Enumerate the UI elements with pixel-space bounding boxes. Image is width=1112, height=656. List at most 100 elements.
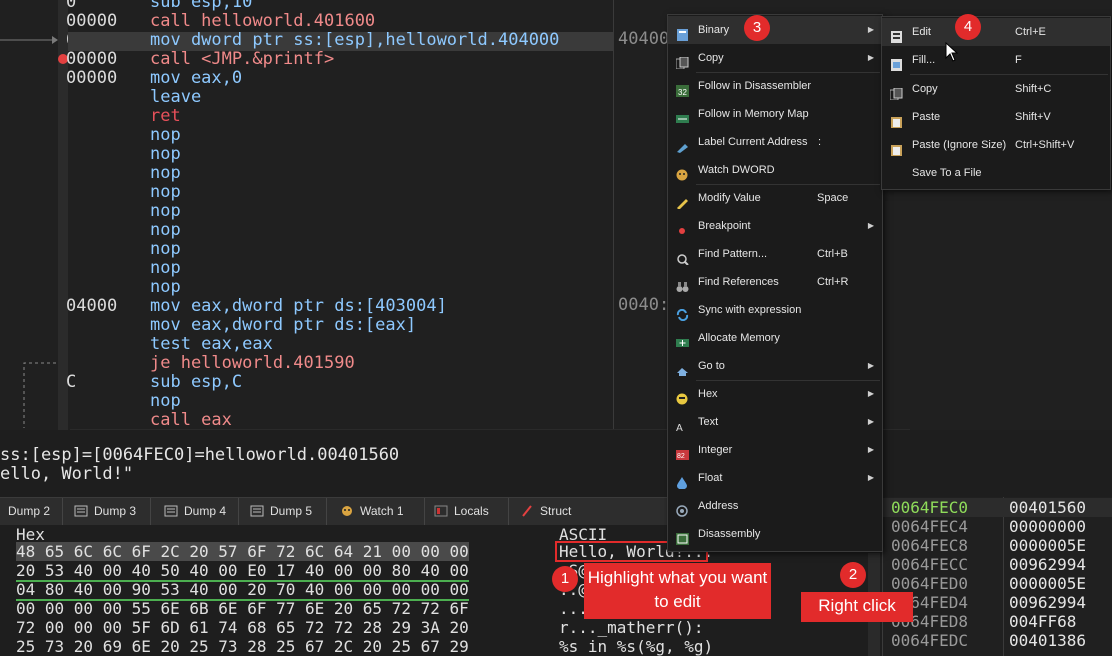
submenu-item-save-to-a-file[interactable]: Save To a File [882,159,1110,187]
disasm-instruction[interactable]: call <JMP.&printf> [150,50,334,69]
menu-item-copy[interactable]: Copy ▶ [668,44,882,72]
ascii-row[interactable]: r..._matherr(): [559,618,713,637]
disasm-instruction[interactable]: ret [150,107,181,126]
allocate-icon [676,332,689,347]
disasm-instruction[interactable]: nop [150,183,181,202]
hex-row[interactable]: 72 00 00 00 5F 6D 61 74 68 65 72 72 28 2… [16,618,469,637]
stack-address[interactable]: 0064FEDC [891,631,968,650]
disasm-instruction[interactable]: nop [150,240,181,259]
disasm-instruction[interactable]: nop [150,278,181,297]
stack-value[interactable]: 004FF68 [1009,612,1076,631]
submenu-item-copy[interactable]: Copy Shift+C [882,75,1110,103]
step-2-badge: 2 [840,562,866,588]
disasm-instruction[interactable]: mov dword ptr ss:[esp],helloworld.404000 [150,31,559,50]
hex-row[interactable]: 00 00 00 00 55 6E 6B 6E 6F 77 6E 20 65 7… [16,599,469,618]
menu-item-integer[interactable]: 82 Integer ▶ [668,436,882,464]
tab-label: Dump 4 [184,504,227,518]
menu-item-address[interactable]: Address [668,492,882,520]
submenu-item-shortcut: Shift+C [1015,83,1052,95]
stack-address[interactable]: 0064FECC [891,555,968,574]
disasm-instruction[interactable]: call helloworld.401600 [150,12,375,31]
menu-item-follow-in-disassembler[interactable]: 32 Follow in Disassembler [668,72,882,100]
menu-item-watch-dword[interactable]: Watch DWORD [668,156,882,184]
stack-address[interactable]: 0064FEC4 [891,517,968,536]
tab-struct[interactable]: Struct [520,498,571,525]
disasm-instruction[interactable]: mov eax,0 [150,69,242,88]
stack-address[interactable]: 0064FEC8 [891,536,968,555]
disassembler-icon: 32 [676,80,689,97]
menu-item-allocate-memory[interactable]: Allocate Memory [668,324,882,352]
stack-value[interactable]: 0000005E [1009,574,1086,593]
tab-dump-5[interactable]: Dump 5 [250,498,312,525]
menu-item-sync-with-expression[interactable]: Sync with expression [668,296,882,324]
stack-value[interactable]: 00000000 [1009,517,1086,536]
disasm-instruction[interactable]: nop [150,145,181,164]
stack-value[interactable]: 00962994 [1009,555,1086,574]
tab-dump-2[interactable]: Dump 2 [8,498,50,525]
goto-icon [676,360,689,376]
tab-watch-1[interactable]: Watch 1 [340,498,404,525]
disasm-instruction[interactable]: mov eax,dword ptr ds:[eax] [150,316,416,335]
tab-label: Dump 3 [94,504,137,518]
disasm-instruction[interactable]: test eax,eax [150,335,273,354]
save-icon [890,167,903,179]
submenu-item-fill[interactable]: Fill... F [882,46,1110,74]
menu-item-breakpoint[interactable]: Breakpoint ▶ [668,212,882,240]
step-3-badge: 3 [744,15,770,41]
disasm-instruction[interactable]: nop [150,164,181,183]
paste-icon [890,139,903,156]
stack-address[interactable]: 0064FED0 [891,574,968,593]
disasm-instruction[interactable]: mov eax,dword ptr ds:[403004] [150,297,447,316]
hex-row[interactable]: 48 65 6C 6C 6F 2C 20 57 6F 72 6C 64 21 0… [16,542,469,561]
tab-dump-3[interactable]: Dump 3 [74,498,136,525]
stack-value[interactable]: 0000005E [1009,536,1086,555]
tab-label: Dump 2 [8,504,51,518]
menu-item-label: Breakpoint [698,220,751,232]
submenu-item-paste-ignore-size[interactable]: Paste (Ignore Size) Ctrl+Shift+V [882,131,1110,159]
stack-address[interactable]: 0064FEC0 [891,498,968,517]
disasm-instruction[interactable]: je helloworld.401590 [150,354,355,373]
disasm-instruction[interactable]: call eax [150,411,232,430]
disasm-instruction[interactable]: nop [150,221,181,240]
menu-item-binary[interactable]: Binary ▶ [668,16,882,44]
menu-item-find-references[interactable]: Find References Ctrl+R [668,268,882,296]
tab-divider [150,498,151,525]
menu-item-label: Find Pattern... [698,248,768,260]
hex-row[interactable]: 04 80 40 00 90 53 40 00 20 70 40 00 00 0… [16,580,469,601]
submenu-item-paste[interactable]: Paste Shift+V [882,103,1110,131]
submenu-item-shortcut: Ctrl+E [1015,26,1046,38]
disasm-address: C [66,372,77,392]
tab-locals[interactable]: Locals [434,498,489,525]
menu-item-float[interactable]: Float ▶ [668,464,882,492]
menu-item-find-pattern[interactable]: Find Pattern... Ctrl+B [668,240,882,268]
address-icon [676,500,689,517]
disasm-instruction[interactable]: nop [150,202,181,221]
submenu-arrow-icon: ▶ [867,389,874,398]
disasm-instruction[interactable]: nop [150,259,181,278]
menu-item-go-to[interactable]: Go to ▶ [668,352,882,380]
menu-item-disassembly[interactable]: Disassembly [668,520,882,548]
menu-item-label-current-address[interactable]: Label Current Address: [668,128,882,156]
struct-icon [520,500,534,517]
disassembly-icon [676,528,689,545]
disasm-instruction[interactable]: nop [150,126,181,145]
stack-value[interactable]: 00401386 [1009,631,1086,650]
label-icon [676,136,689,153]
stack-view[interactable]: 0064FEC0 00401560 0064FEC4 00000000 0064FEC8… [882,497,1112,656]
submenu-item-edit[interactable]: Edit Ctrl+E [882,18,1110,46]
menu-item-follow-in-memory-map[interactable]: Follow in Memory Map [668,100,882,128]
stack-value[interactable]: 00401560 [1009,498,1086,517]
tab-dump-4[interactable]: Dump 4 [164,498,226,525]
menu-item-text[interactable]: A Text ▶ [668,408,882,436]
hex-row[interactable]: 20 53 40 00 40 50 40 00 E0 17 40 00 00 8… [16,561,469,582]
stack-value[interactable]: 00962994 [1009,593,1086,612]
hex-row[interactable]: 25 73 20 69 6E 20 25 73 28 25 67 2C 20 2… [16,637,469,656]
disasm-instruction[interactable]: sub esp,C [150,373,242,392]
menu-item-hex[interactable]: Hex ▶ [668,380,882,408]
menu-item-shortcut: Ctrl+R [817,276,849,288]
disasm-instruction[interactable]: nop [150,392,181,411]
disasm-instruction[interactable]: leave [150,88,201,107]
tab-divider [62,498,63,525]
menu-item-modify-value[interactable]: Modify Value Space [668,184,882,212]
ascii-row[interactable]: %s in %s(%g, %g) [559,637,713,656]
